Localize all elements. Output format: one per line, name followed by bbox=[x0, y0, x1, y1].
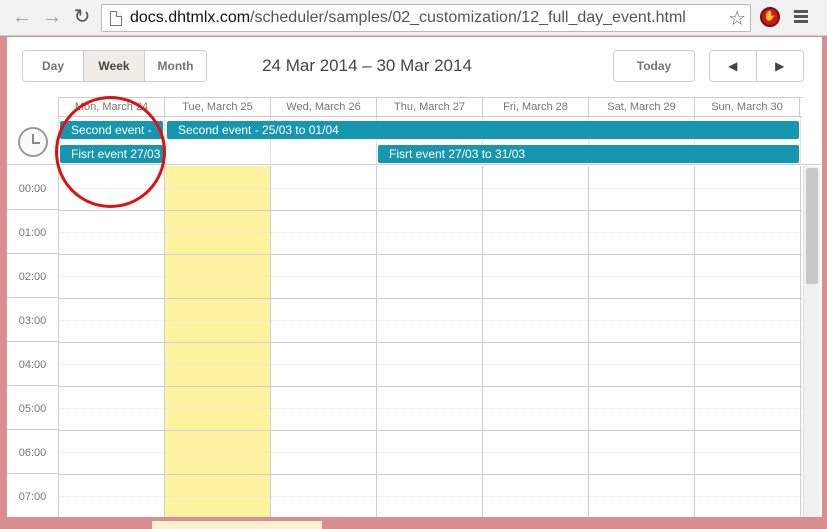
hour-label: 04:00 bbox=[7, 342, 58, 386]
hour-label: 02:00 bbox=[7, 254, 58, 298]
url-text[interactable]: docs.dhtmlx.com/scheduler/samples/02_cus… bbox=[130, 9, 686, 27]
hour-line bbox=[58, 386, 802, 387]
url-path: /scheduler/samples/02_customization/12_f… bbox=[250, 9, 686, 26]
allday-col bbox=[800, 117, 801, 165]
hour-line bbox=[58, 254, 802, 255]
day-header-sun: Sun, March 30 bbox=[694, 98, 800, 117]
day-header-wed: Wed, March 26 bbox=[270, 98, 376, 117]
half-hour-line bbox=[58, 364, 802, 365]
next-button[interactable]: ▶ bbox=[757, 51, 804, 81]
half-hour-line bbox=[58, 276, 802, 277]
day-header-tue: Tue, March 25 bbox=[164, 98, 270, 117]
half-hour-line bbox=[58, 452, 802, 453]
scrollbar-thumb[interactable] bbox=[806, 168, 818, 284]
red-annotation-circle bbox=[55, 96, 166, 208]
hour-label: 07:00 bbox=[7, 474, 58, 517]
tab-month[interactable]: Month bbox=[145, 51, 206, 81]
navigation-arrows: ◀ ▶ bbox=[709, 50, 804, 82]
hour-label: 01:00 bbox=[7, 210, 58, 254]
tab-week[interactable]: Week bbox=[84, 51, 145, 81]
day-header-sat: Sat, March 29 bbox=[588, 98, 694, 117]
stop-extension-icon[interactable]: ✋ bbox=[760, 7, 780, 27]
reload-icon[interactable]: ↻ bbox=[70, 5, 94, 29]
forward-icon[interactable]: → bbox=[40, 5, 64, 29]
hour-line bbox=[58, 430, 802, 431]
tab-day[interactable]: Day bbox=[23, 51, 84, 81]
bookmark-star-icon[interactable]: ☆ bbox=[728, 6, 746, 31]
half-hour-line bbox=[58, 232, 802, 233]
bottom-strip bbox=[152, 521, 322, 529]
time-grid: 00:00 01:00 02:00 03:00 04:00 05:00 06:0… bbox=[7, 166, 822, 517]
back-icon[interactable]: ← bbox=[10, 5, 34, 29]
today-button[interactable]: Today bbox=[613, 50, 695, 82]
half-hour-line bbox=[58, 188, 802, 189]
browser-toolbar: ← → ↻ docs.dhtmlx.com/scheduler/samples/… bbox=[0, 0, 827, 36]
half-hour-line bbox=[58, 496, 802, 497]
date-range-title: 24 Mar 2014 – 30 Mar 2014 bbox=[262, 56, 472, 75]
hour-line bbox=[58, 474, 802, 475]
hour-label: 00:00 bbox=[7, 166, 58, 210]
half-hour-line bbox=[58, 408, 802, 409]
day-header: Mon, March 24 Tue, March 25 Wed, March 2… bbox=[58, 97, 802, 117]
hour-line bbox=[58, 210, 802, 211]
url-host: docs.dhtmlx.com bbox=[130, 9, 251, 26]
browser-window: ← → ↻ docs.dhtmlx.com/scheduler/samples/… bbox=[0, 0, 827, 529]
hour-label: 06:00 bbox=[7, 430, 58, 474]
day-header-thu: Thu, March 27 bbox=[376, 98, 482, 117]
prev-button[interactable]: ◀ bbox=[710, 51, 757, 81]
hour-label: 03:00 bbox=[7, 298, 58, 342]
vertical-scrollbar[interactable] bbox=[803, 166, 820, 517]
half-hour-line bbox=[58, 320, 802, 321]
clock-icon bbox=[18, 127, 48, 157]
page-icon bbox=[110, 11, 122, 26]
event-second-span[interactable]: Second event - 25/03 to 01/04 bbox=[167, 121, 799, 139]
day-header-fri: Fri, March 28 bbox=[482, 98, 588, 117]
view-tabs: Day Week Month bbox=[22, 50, 207, 82]
hour-label: 05:00 bbox=[7, 386, 58, 430]
menu-icon[interactable] bbox=[794, 10, 808, 24]
hour-line bbox=[58, 342, 802, 343]
hour-line bbox=[58, 298, 802, 299]
address-bar[interactable]: docs.dhtmlx.com/scheduler/samples/02_cus… bbox=[101, 4, 751, 32]
event-first-span[interactable]: Fisrt event 27/03 to 31/03 bbox=[378, 145, 799, 163]
